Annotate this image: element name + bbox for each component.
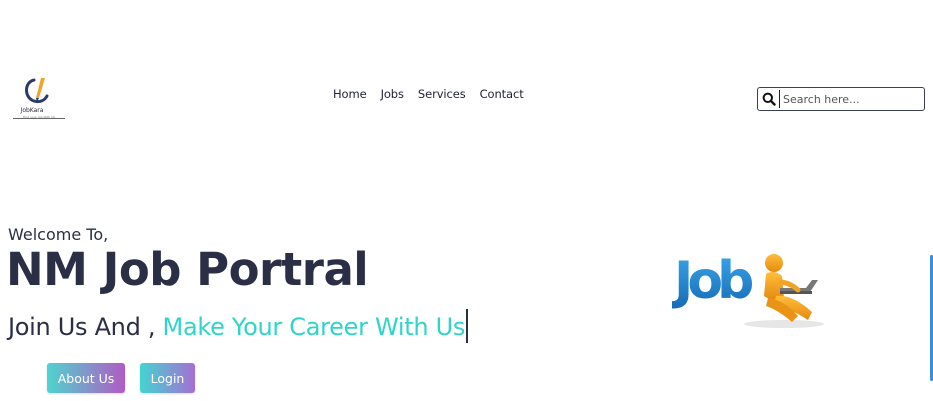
tagline-typed: Make Your Career With Us: [162, 313, 466, 341]
search-icon[interactable]: [758, 88, 779, 110]
hero-tagline: Join Us And , Make Your Career With Us: [8, 309, 469, 343]
login-button[interactable]: Login: [140, 363, 195, 393]
nav-contact-link[interactable]: Contact: [480, 87, 524, 101]
nav-home-link[interactable]: Home: [333, 87, 367, 101]
job-illustration-icon: Job: [672, 251, 824, 328]
nav-services-link[interactable]: Services: [418, 87, 466, 101]
search-box[interactable]: [757, 87, 925, 111]
about-us-button[interactable]: About Us: [47, 363, 125, 393]
site-logo[interactable]: JobKara Find your Job With Us: [12, 74, 68, 122]
page-title: NM Job Portral: [6, 243, 369, 296]
tagline-static: Join Us And ,: [8, 313, 156, 341]
search-input[interactable]: [779, 90, 924, 108]
welcome-text: Welcome To,: [8, 225, 109, 244]
logo-divider: [13, 118, 65, 119]
logo-mark-icon: [25, 78, 49, 104]
illustration-job-letters: Job: [672, 251, 752, 311]
typing-cursor: [466, 309, 469, 343]
logo-text: JobKara: [20, 107, 44, 114]
nav-jobs-link[interactable]: Jobs: [381, 87, 404, 101]
main-nav: Home Jobs Services Contact: [333, 87, 524, 101]
